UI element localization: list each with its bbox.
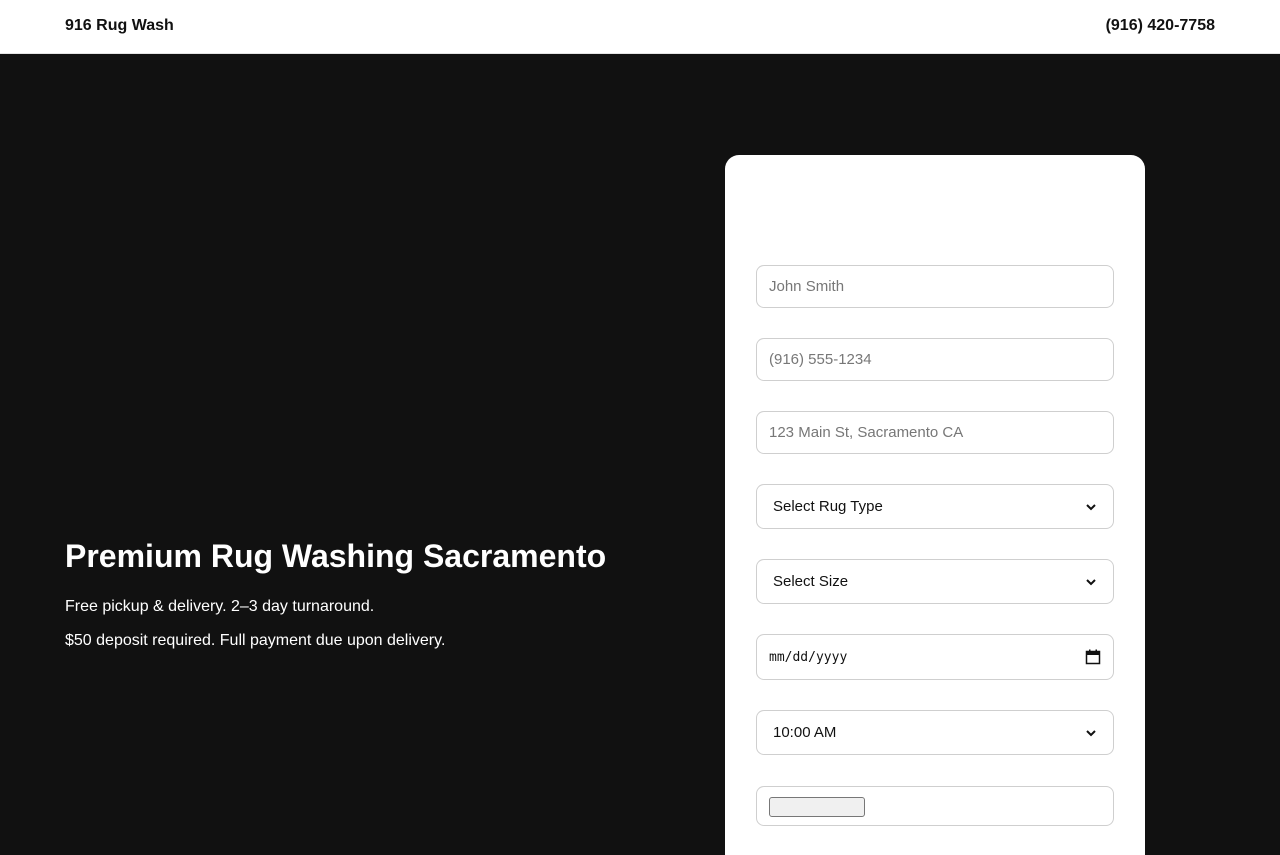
site-header: 916 Rug Wash (916) 420-7758: [0, 0, 1280, 54]
chevron-down-icon: [1086, 578, 1096, 585]
chevron-down-icon: [1086, 503, 1096, 510]
file-upload-field[interactable]: [756, 786, 1114, 826]
name-input[interactable]: [756, 265, 1114, 308]
hero-title: Premium Rug Washing Sacramento: [65, 538, 607, 574]
date-input[interactable]: mm/dd/yyyy: [756, 634, 1114, 680]
hero-subtitle-pickup: Free pickup & delivery. 2–3 day turnarou…: [65, 598, 375, 615]
rug-type-select[interactable]: Select Rug Type: [756, 484, 1114, 529]
time-select[interactable]: 10:00 AM: [756, 710, 1114, 755]
size-select[interactable]: Select Size: [756, 559, 1114, 604]
choose-file-button[interactable]: [769, 797, 865, 817]
date-placeholder: mm/dd/yyyy: [769, 649, 848, 665]
hero-subtitle-deposit: $50 deposit required. Full payment due u…: [65, 632, 446, 649]
hero-section: Premium Rug Washing Sacramento Free pick…: [0, 55, 1280, 855]
rug-type-selected-value: Select Rug Type: [773, 498, 883, 515]
time-selected-value: 10:00 AM: [773, 724, 837, 741]
address-input[interactable]: [756, 411, 1114, 454]
size-selected-value: Select Size: [773, 573, 849, 590]
booking-form-card: Select Rug Type Select Size mm/dd/yyyy 1…: [725, 155, 1145, 855]
calendar-icon[interactable]: [1085, 649, 1101, 665]
phone-link[interactable]: (916) 420-7758: [1106, 17, 1215, 35]
phone-input[interactable]: [756, 338, 1114, 381]
brand-logo-text[interactable]: 916 Rug Wash: [65, 17, 174, 35]
chevron-down-icon: [1086, 729, 1096, 736]
